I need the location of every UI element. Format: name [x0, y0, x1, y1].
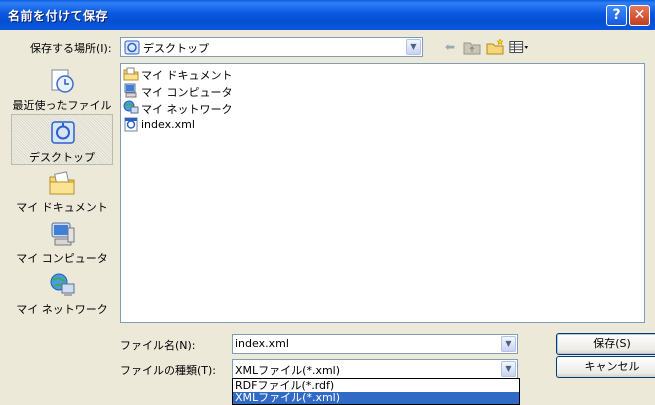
place-label: マイ ドキュメント	[16, 201, 108, 214]
place-desktop[interactable]: デスクトップ	[11, 114, 113, 165]
file-name: マイ ドキュメント	[141, 69, 233, 82]
place-label: デスクトップ	[29, 151, 95, 164]
window-title: 名前を付けて保存	[8, 9, 109, 23]
filename-field[interactable]: index.xml ▼	[232, 334, 518, 354]
file-name: index.xml	[141, 118, 195, 131]
place-my-computer[interactable]: マイ コンピュータ	[11, 216, 113, 267]
place-my-documents[interactable]: マイ ドキュメント	[11, 165, 113, 216]
place-label: マイ コンピュータ	[16, 252, 108, 265]
title-bar[interactable]: 名前を付けて保存 ? ✕	[0, 0, 655, 30]
up-folder-icon[interactable]	[462, 38, 482, 56]
desktop-icon	[124, 40, 140, 55]
my-documents-icon	[123, 67, 139, 81]
save-in-value: デスクトップ	[143, 42, 209, 55]
my-network-icon	[50, 273, 75, 296]
my-documents-icon	[49, 171, 75, 195]
place-my-network[interactable]: マイ ネットワーク	[11, 267, 113, 318]
places-bar: 最近使ったファイル デスクトップ マイ ドキュメント マイ コンピュータ マイ …	[11, 63, 113, 325]
new-folder-icon[interactable]	[485, 38, 505, 56]
save-button[interactable]: 保存(S)	[556, 333, 655, 355]
filename-label: ファイル名(N):	[120, 339, 196, 352]
file-name: マイ コンピュータ	[141, 86, 233, 99]
file-list[interactable]: マイ ドキュメント マイ コンピュータ マイ ネットワーク index.xml	[120, 63, 645, 323]
save-in-label: 保存する場所(I):	[30, 42, 112, 55]
back-arrow-icon[interactable]: ⬅	[440, 38, 460, 56]
chevron-down-icon[interactable]: ▼	[406, 39, 421, 55]
cancel-button[interactable]: キャンセル	[556, 356, 655, 378]
filetype-dropdown-list: RDFファイル(*.rdf) XMLファイル(*.xml)	[232, 378, 520, 405]
close-button[interactable]: ✕	[629, 5, 650, 26]
filetype-value: XMLファイル(*.xml)	[235, 364, 341, 377]
my-computer-icon	[124, 83, 137, 98]
view-menu-icon[interactable]	[509, 38, 529, 56]
desktop-icon	[51, 121, 75, 144]
recent-icon	[51, 69, 74, 93]
help-button[interactable]: ?	[606, 5, 627, 26]
save-in-combo[interactable]: デスクトップ ▼	[120, 37, 423, 57]
place-recent[interactable]: 最近使ったファイル	[11, 63, 113, 114]
filetype-select[interactable]: XMLファイル(*.xml) ▼	[232, 359, 518, 379]
place-label: 最近使ったファイル	[12, 99, 112, 112]
file-name: マイ ネットワーク	[141, 103, 233, 116]
my-computer-icon	[51, 222, 75, 246]
xml-file-icon	[124, 117, 138, 132]
save-as-dialog: 名前を付けて保存 ? ✕ 保存する場所(I): デスクトップ ▼ ⬅ 最近使った…	[0, 0, 655, 405]
my-network-icon	[123, 100, 139, 114]
filetype-option-xml[interactable]: XMLファイル(*.xml)	[233, 392, 519, 404]
chevron-down-icon[interactable]: ▼	[501, 361, 516, 377]
filetype-label: ファイルの種類(T):	[120, 364, 217, 377]
filename-value: index.xml	[235, 337, 289, 350]
chevron-down-icon[interactable]: ▼	[501, 336, 516, 352]
place-label: マイ ネットワーク	[16, 303, 108, 316]
